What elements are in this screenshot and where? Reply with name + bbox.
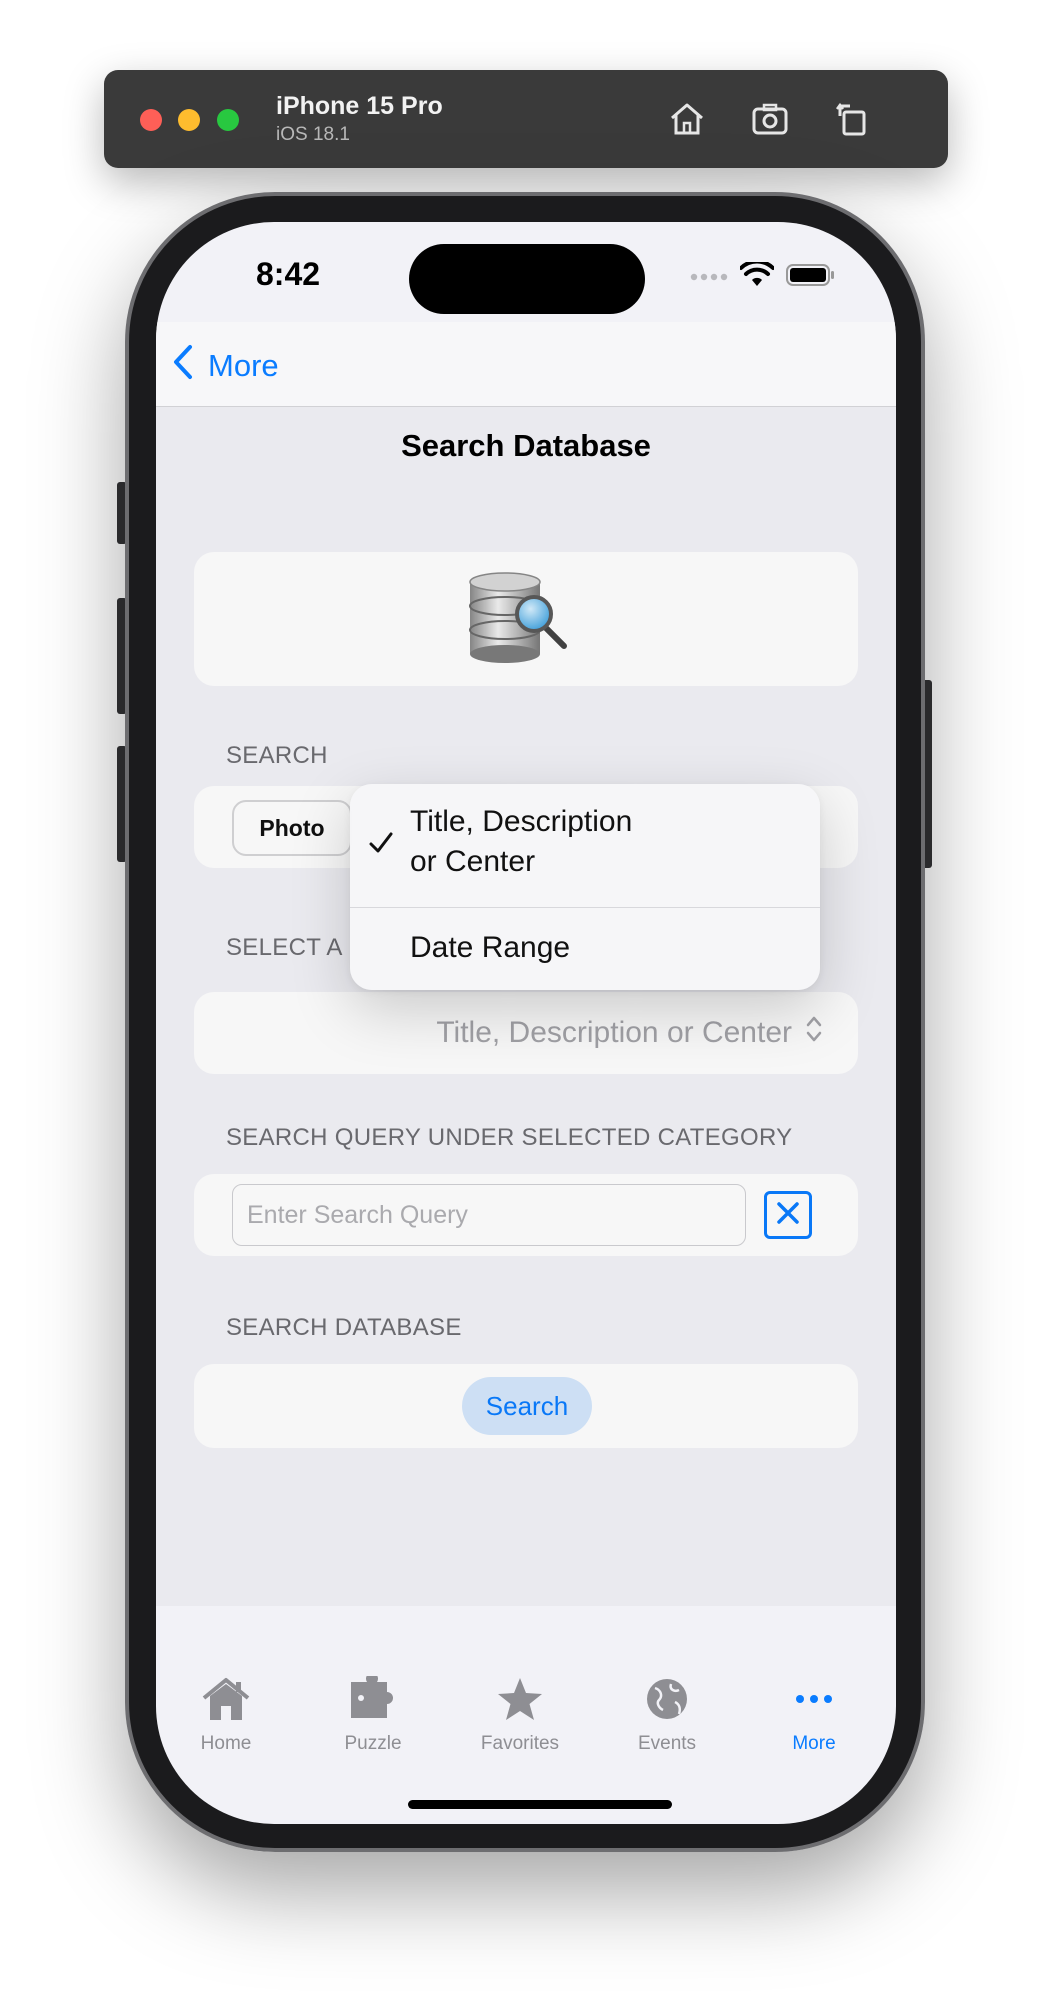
segment-photo[interactable]: Photo [232,800,352,856]
tab-bar: Home Puzzle Favorites Events More [156,1672,896,1766]
back-button[interactable]: More [172,344,279,388]
house-icon [200,1676,252,1727]
tab-events[interactable]: Events [607,1676,727,1755]
tab-puzzle[interactable]: Puzzle [313,1672,433,1755]
menu-item-label: Date Range [410,931,571,964]
category-section-label: SELECT A [226,934,343,961]
menu-item-title-description-center[interactable]: Title, Description or Center [350,802,820,902]
minimize-window-button[interactable] [178,109,200,131]
query-section-label: SEARCH QUERY UNDER SELECTED CATEGORY [226,1124,793,1151]
search-query-input[interactable] [232,1184,746,1246]
tab-label: Home [200,1733,252,1754]
cellular-dots-icon [690,269,728,287]
navigation-bar: More [156,322,896,407]
star-icon [494,1676,546,1727]
category-picker-card[interactable]: Title, Description or Center [194,992,858,1074]
menu-item-date-range[interactable]: Date Range [350,908,820,990]
tab-more[interactable]: More [754,1676,874,1755]
ellipsis-icon [788,1676,840,1727]
tab-favorites[interactable]: Favorites [460,1676,580,1755]
category-picker-value: Title, Description or Center [436,1016,792,1049]
wifi-icon [739,259,775,293]
tab-label: More [792,1733,836,1754]
page-title: Search Database [401,428,651,463]
database-image-card [194,552,858,686]
database-section-label: SEARCH DATABASE [226,1314,462,1341]
home-button-icon[interactable] [666,98,708,140]
chevron-left-icon [172,344,194,388]
close-icon [775,1200,801,1231]
puzzle-piece-icon [347,1672,399,1727]
clear-query-button[interactable] [764,1191,812,1239]
search-section-label: SEARCH [226,742,328,769]
os-version: iOS 18.1 [276,124,350,145]
globe-icon [641,1676,693,1727]
query-card [194,1174,858,1256]
database-search-icon [464,568,574,673]
simulator-title-bar: iPhone 15 Pro iOS 18.1 [104,70,948,168]
screenshot-icon[interactable] [750,98,792,140]
search-button[interactable]: Search [462,1377,592,1435]
tab-label: Favorites [480,1733,560,1754]
dynamic-island [409,244,645,314]
home-indicator [408,1800,672,1809]
tab-label: Puzzle [344,1733,402,1754]
rotate-icon[interactable] [832,98,874,140]
zoom-window-button[interactable] [217,109,239,131]
back-button-label: More [208,348,279,383]
close-window-button[interactable] [140,109,162,131]
tab-label: Events [637,1733,697,1754]
menu-item-label-line1: Title, Description [410,805,633,838]
checkmark-icon [368,830,394,864]
chevron-up-down-icon [806,1015,822,1051]
menu-item-label-line2: or Center [410,845,536,878]
phone-screen: 8:42 More Search Database SEARCH Photo S… [156,222,896,1824]
device-name: iPhone 15 Pro [276,92,443,120]
tab-home[interactable]: Home [166,1676,286,1755]
category-dropdown-menu: Title, Description or Center Date Range [350,784,820,990]
status-time: 8:42 [256,256,321,292]
battery-icon [786,263,836,292]
category-picker[interactable]: Title, Description or Center [436,992,822,1074]
search-button-card: Search [194,1364,858,1448]
